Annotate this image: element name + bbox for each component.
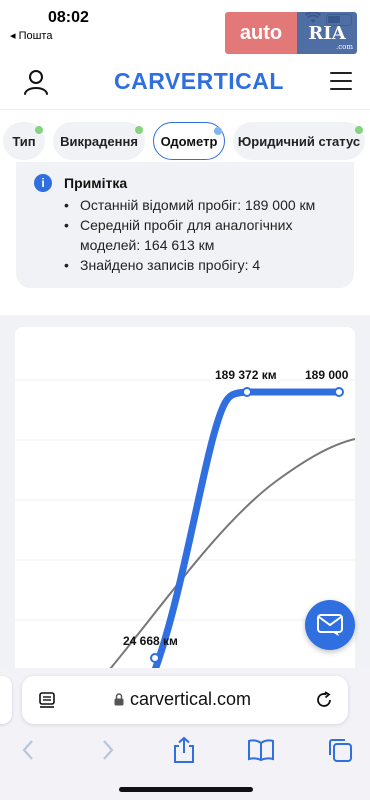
autoria-watermark-right: RIA .com — [297, 12, 357, 54]
data-point-peak[interactable] — [242, 387, 252, 397]
tab-legal-status[interactable]: Юридичний статус — [233, 122, 365, 160]
back-to-app-link[interactable]: ◂ Пошта — [10, 29, 52, 42]
tab-type[interactable]: Тип — [3, 122, 45, 160]
address-bar[interactable]: carvertical.com — [22, 676, 348, 724]
status-dot-icon — [214, 127, 222, 135]
report-tabs: Тип Викрадення Одометр Юридичний статус — [0, 122, 370, 166]
reload-icon[interactable] — [314, 690, 334, 710]
lock-icon — [114, 693, 124, 706]
back-arrow-icon[interactable] — [14, 736, 42, 764]
hamburger-menu-icon[interactable] — [330, 72, 352, 90]
tab-odometer[interactable]: Одометр — [153, 122, 225, 160]
browser-toolbar — [0, 732, 370, 776]
note-item-average-mileage: Середній пробіг для аналогічних моделей:… — [64, 215, 344, 255]
bookmarks-icon[interactable] — [247, 736, 275, 764]
info-icon: i — [34, 174, 52, 192]
tabs-icon[interactable] — [326, 736, 354, 764]
status-dot-icon — [355, 126, 363, 134]
data-label-low: 24 668 км — [123, 634, 178, 648]
data-label-peak: 189 372 км — [215, 368, 277, 382]
data-point-last[interactable] — [334, 387, 344, 397]
autoria-watermark: auto RIA .com — [225, 12, 357, 54]
tab-theft[interactable]: Викрадення — [53, 122, 145, 160]
note-title: Примітка — [64, 175, 128, 191]
home-indicator — [119, 787, 253, 792]
message-icon — [317, 614, 343, 636]
carvertical-logo[interactable]: CARVERTICAL — [114, 68, 284, 95]
data-point-low[interactable] — [150, 653, 160, 663]
reader-mode-icon[interactable] — [38, 691, 56, 709]
odometer-chart: 189 372 км 189 000 24 668 км — [15, 327, 355, 670]
browser-bottom-bar: carvertical.com — [0, 668, 370, 800]
autoria-watermark-left: auto — [225, 12, 297, 54]
forward-arrow-icon[interactable] — [94, 736, 122, 764]
status-dot-icon — [35, 126, 43, 134]
share-icon[interactable] — [170, 736, 198, 764]
status-time: 08:02 — [48, 9, 89, 26]
message-button[interactable] — [305, 600, 355, 650]
url-text: carvertical.com — [130, 689, 252, 709]
note-item-last-mileage: Останній відомий пробіг: 189 000 км — [64, 195, 344, 215]
previous-tab-peek[interactable] — [0, 676, 12, 724]
chart-gridlines — [15, 379, 355, 621]
note-card: i Примітка Останній відомий пробіг: 189 … — [16, 162, 354, 288]
data-label-last: 189 000 — [305, 368, 349, 382]
user-icon[interactable] — [22, 68, 50, 96]
note-list: Останній відомий пробіг: 189 000 км Сере… — [64, 195, 344, 275]
status-dot-icon — [135, 126, 143, 134]
site-header: CARVERTICAL — [0, 56, 370, 110]
odometer-chart-svg: 189 372 км 189 000 24 668 км — [15, 368, 355, 670]
note-item-records-found: Знайдено записів пробігу: 4 — [64, 255, 344, 275]
